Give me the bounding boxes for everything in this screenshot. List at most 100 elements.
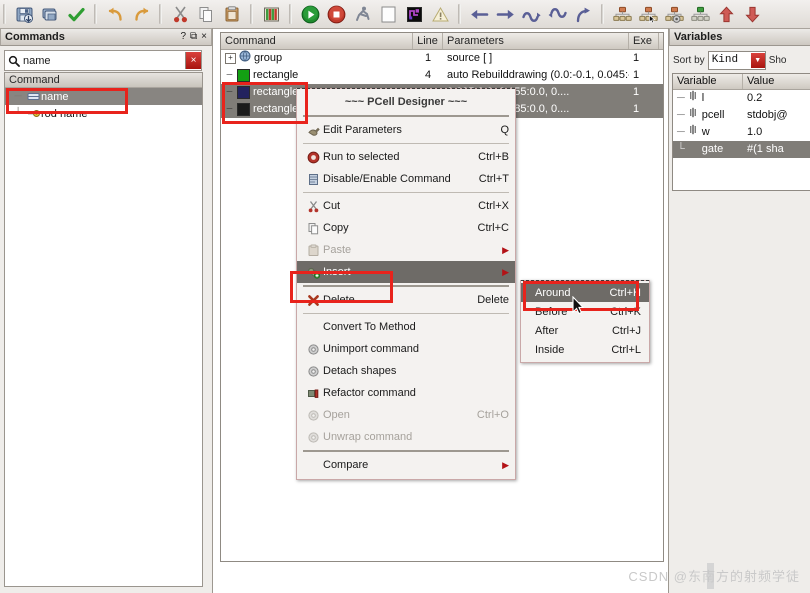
- toolbar-separator: [601, 4, 604, 24]
- cell-executed: 1: [633, 69, 640, 81]
- arrow-step-out-icon[interactable]: [571, 2, 595, 26]
- help-icon[interactable]: ?: [180, 29, 186, 45]
- arrow-down-icon[interactable]: [740, 2, 764, 26]
- mouse-cursor: [572, 295, 586, 319]
- menu-item-label: Edit Parameters: [323, 124, 402, 136]
- menu-item-insert[interactable]: Insert ▶: [297, 261, 515, 283]
- cell-line: 4: [424, 69, 432, 81]
- table-row[interactable]: ─ l 0.2: [673, 90, 810, 107]
- column-header-executed[interactable]: Exe: [629, 33, 659, 49]
- hierarchy-select-icon[interactable]: [636, 2, 660, 26]
- toolbar-group-hierarchy: [607, 1, 767, 27]
- save-icon[interactable]: [12, 2, 36, 26]
- menu-item-refactor-command[interactable]: Refactor command: [297, 382, 515, 404]
- menu-item-copy[interactable]: Copy Ctrl+C: [297, 217, 515, 239]
- cell-variable: l: [701, 92, 705, 104]
- save-as-icon[interactable]: [38, 2, 62, 26]
- commands-list[interactable]: Command ─ name └ rod name: [4, 72, 203, 587]
- stop-icon[interactable]: [324, 2, 348, 26]
- column-header-parameters[interactable]: Parameters: [443, 33, 629, 49]
- refactor-icon: [303, 387, 323, 400]
- menu-item-convert-to-method[interactable]: Convert To Method: [297, 316, 515, 338]
- list-item[interactable]: └ rod name: [5, 105, 202, 122]
- library-icon[interactable]: [259, 2, 283, 26]
- step-icon[interactable]: [350, 2, 374, 26]
- arrow-curve-left-icon[interactable]: [545, 2, 569, 26]
- column-header-line[interactable]: Line: [413, 33, 443, 49]
- table-row[interactable]: + group 1 source [ ] 1: [221, 50, 663, 67]
- insert-submenu[interactable]: Around Ctrl+H Before Ctrl+K After Ctrl+J…: [520, 280, 650, 363]
- warning-icon[interactable]: [428, 2, 452, 26]
- menu-separator: [303, 143, 509, 144]
- chevron-right-icon: ▶: [502, 244, 509, 255]
- rectangle-icon: [25, 91, 41, 102]
- toolbar-separator: [3, 4, 6, 24]
- tree-line: ─: [226, 70, 233, 79]
- menu-item-paste: Paste ▶: [297, 239, 515, 261]
- menu-item-detach-shapes[interactable]: Detach shapes: [297, 360, 515, 382]
- close-icon[interactable]: ×: [201, 29, 207, 45]
- cut-icon[interactable]: [168, 2, 192, 26]
- hierarchy-green-icon[interactable]: [688, 2, 712, 26]
- column-header-value[interactable]: Value: [743, 74, 810, 89]
- chevron-right-icon: ▶: [502, 266, 509, 277]
- menu-item-compare[interactable]: Compare ▶: [297, 454, 515, 476]
- menu-item-disable-enable-command[interactable]: Disable/Enable Command Ctrl+T: [297, 168, 515, 190]
- undo-icon[interactable]: [103, 2, 127, 26]
- disable-icon: [303, 173, 323, 186]
- copy-icon: [303, 222, 323, 235]
- submenu-item-after[interactable]: After Ctrl+J: [521, 321, 649, 340]
- column-header-variable[interactable]: Variable: [673, 74, 743, 89]
- redo-icon[interactable]: [129, 2, 153, 26]
- arrow-left-icon[interactable]: [467, 2, 491, 26]
- table-row[interactable]: ─ w 1.0: [673, 124, 810, 141]
- variables-panel: Variables Sort by Kind ▼ Sho Variable Va…: [668, 28, 810, 593]
- menu-item-cut[interactable]: Cut Ctrl+X: [297, 195, 515, 217]
- sort-by-select[interactable]: Kind ▼: [707, 50, 766, 70]
- menu-item-run-to-selected[interactable]: Run to selected Ctrl+B: [297, 146, 515, 168]
- arrow-up-icon[interactable]: [714, 2, 738, 26]
- run-icon[interactable]: [298, 2, 322, 26]
- column-header-command[interactable]: Command: [221, 33, 413, 49]
- table-row[interactable]: └ gate #(1 sha: [673, 141, 810, 158]
- table-row[interactable]: ─ rectangle 4 auto Rebuilddrawing (0.0:-…: [221, 67, 663, 84]
- search-input[interactable]: [23, 52, 185, 69]
- variables-table[interactable]: Variable Value ─ l 0.2 ─ pcell stdobj@ ─…: [672, 73, 810, 191]
- paste-icon[interactable]: [220, 2, 244, 26]
- check-icon[interactable]: [64, 2, 88, 26]
- tree-line: └: [677, 143, 685, 155]
- layout-icon[interactable]: [402, 2, 426, 26]
- arrow-right-icon[interactable]: [493, 2, 517, 26]
- hierarchy-icon[interactable]: [610, 2, 634, 26]
- commands-list-header: Command: [5, 73, 202, 88]
- menu-item-label: Paste: [323, 244, 352, 256]
- variables-panel-title: Variables: [669, 28, 810, 46]
- hierarchy-config-icon[interactable]: [662, 2, 686, 26]
- sort-by-value: Kind: [711, 54, 739, 66]
- commands-search-row[interactable]: ×: [4, 50, 202, 71]
- blank-page-icon[interactable]: [376, 2, 400, 26]
- menu-separator: [303, 313, 509, 314]
- copy-icon[interactable]: [194, 2, 218, 26]
- menu-item-label: Run to selected: [323, 151, 400, 163]
- menu-item-label: Compare: [323, 459, 369, 471]
- cell-value: 0.2: [747, 92, 763, 104]
- menu-item-label: Insert: [323, 266, 351, 278]
- menu-item-edit-parameters[interactable]: Edit Parameters Q: [297, 119, 515, 141]
- context-menu[interactable]: ~~~ PCell Designer ~~~ Edit Parameters Q…: [296, 88, 516, 480]
- float-icon[interactable]: ⧉: [190, 29, 197, 45]
- tree-line: ─: [14, 91, 22, 102]
- list-item[interactable]: ─ name: [5, 88, 202, 105]
- clear-search-icon[interactable]: ×: [185, 52, 201, 69]
- expand-icon[interactable]: +: [225, 53, 236, 64]
- submenu-item-inside[interactable]: Inside Ctrl+L: [521, 340, 649, 359]
- chevron-down-icon[interactable]: ▼: [750, 52, 765, 68]
- menu-item-shortcut: Ctrl+X: [478, 200, 509, 212]
- menu-item-label: Unimport command: [323, 343, 419, 355]
- arrow-curve-right-icon[interactable]: [519, 2, 543, 26]
- show-label: Sho: [768, 54, 787, 66]
- menu-item-unimport-command[interactable]: Unimport command: [297, 338, 515, 360]
- cell-line: 1: [424, 52, 432, 64]
- table-row[interactable]: ─ pcell stdobj@: [673, 107, 810, 124]
- menu-item-delete[interactable]: Delete Delete: [297, 289, 515, 311]
